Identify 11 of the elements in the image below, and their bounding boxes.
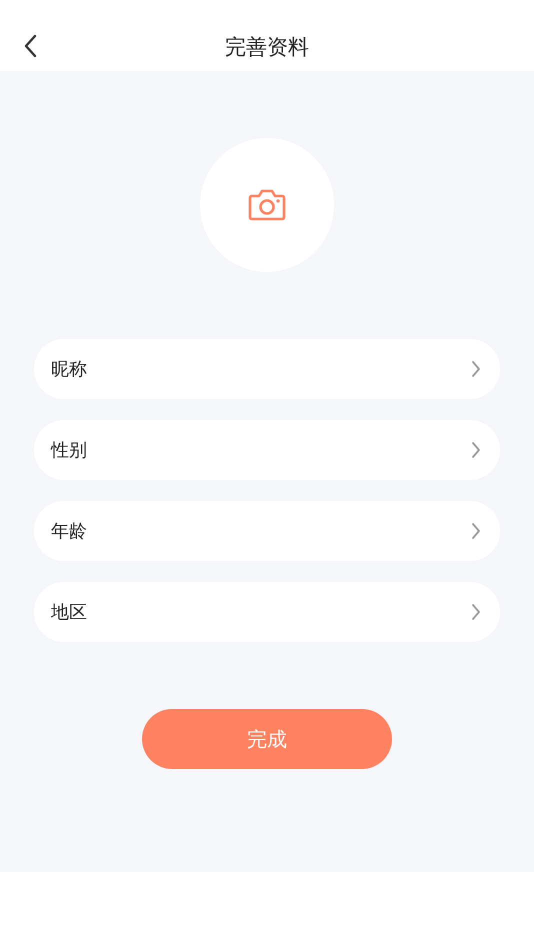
chevron-right-icon [471,441,481,459]
chevron-right-icon [471,603,481,621]
form-row[interactable]: 年龄 [34,501,500,561]
chevron-right-icon [471,522,481,540]
form-row[interactable]: 性别 [34,420,500,480]
page-title: 完善资料 [225,34,309,61]
form-row[interactable]: 地区 [34,582,500,642]
camera-icon [248,188,286,222]
back-icon[interactable] [23,34,37,58]
chevron-right-icon [471,360,481,378]
form-row[interactable]: 昵称 [34,339,500,399]
